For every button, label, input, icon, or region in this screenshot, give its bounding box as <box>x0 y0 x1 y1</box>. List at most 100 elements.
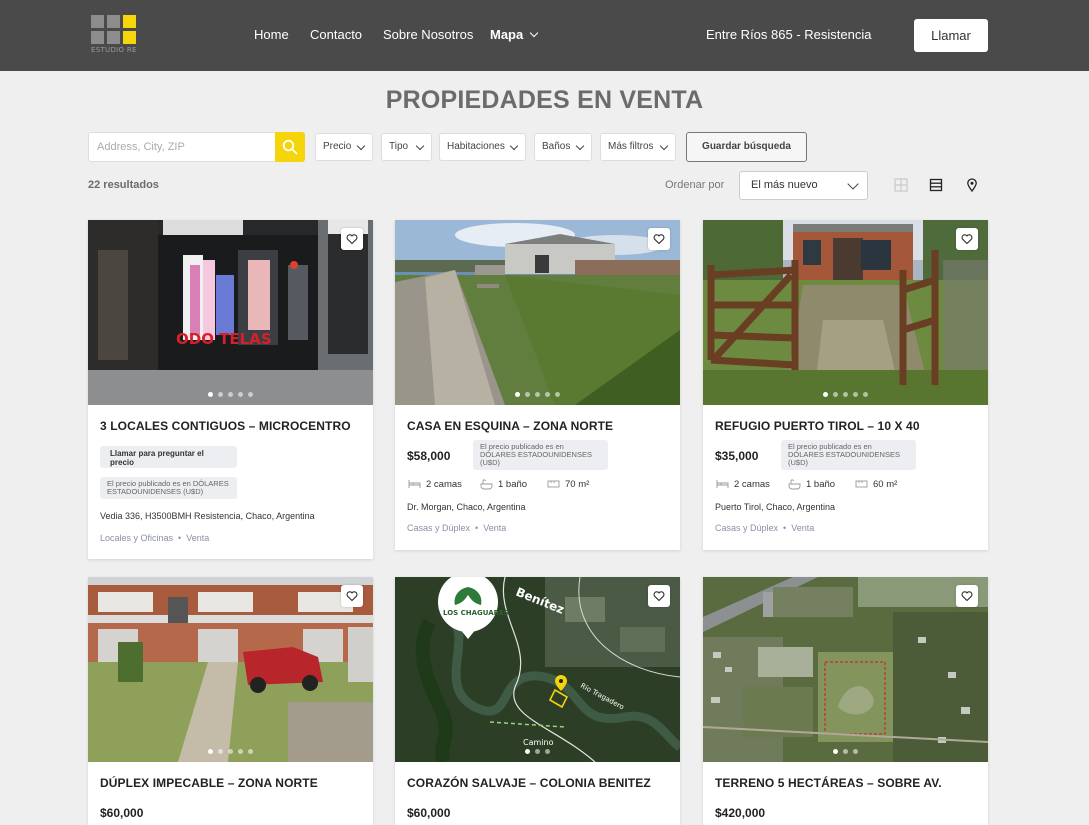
category-link[interactable]: Locales y Oficinas <box>100 533 173 543</box>
svg-text:LOS CHAGUARES: LOS CHAGUARES <box>443 609 509 617</box>
favorite-button[interactable] <box>648 585 670 607</box>
chevron-down-icon <box>356 141 366 151</box>
beds-label: 2 camas <box>426 479 462 490</box>
operation-link[interactable]: Venta <box>791 523 814 533</box>
sort-label: Ordenar por <box>665 179 725 191</box>
favorite-button[interactable] <box>956 585 978 607</box>
property-title[interactable]: DÚPLEX IMPECABLE – ZONA NORTE <box>100 776 318 790</box>
nav-sobre-nosotros[interactable]: Sobre Nosotros <box>383 27 473 42</box>
property-photo[interactable] <box>703 577 988 762</box>
property-photo[interactable] <box>703 220 988 405</box>
filter-label: Tipo <box>389 141 409 152</box>
property-card[interactable]: DÚPLEX IMPECABLE – ZONA NORTE $60,000 <box>88 577 373 825</box>
property-card[interactable]: ODO TELAS 3 LOCALES CONTIGUOS – MICROCEN… <box>88 220 373 559</box>
operation-link[interactable]: Venta <box>483 523 506 533</box>
filter-precio[interactable]: Precio <box>315 133 373 161</box>
beds-label: 2 camas <box>734 479 770 490</box>
map-view-button[interactable] <box>957 171 987 200</box>
list-view-button[interactable] <box>921 171 951 200</box>
chevron-down-icon <box>659 141 669 151</box>
filter-label: Precio <box>323 141 352 152</box>
property-price: $60,000 <box>407 806 451 820</box>
grid-view-button[interactable] <box>886 171 916 200</box>
heart-icon <box>653 591 665 602</box>
property-card[interactable]: REFUGIO PUERTO TIROL – 10 X 40 $35,000 E… <box>703 220 988 550</box>
sort-select[interactable]: El más nuevo <box>739 171 868 200</box>
property-card[interactable]: CASA EN ESQUINA – ZONA NORTE $58,000 El … <box>395 220 680 550</box>
area-label: 70 m² <box>565 479 590 490</box>
operation-link[interactable]: Venta <box>186 533 209 543</box>
svg-text:ODO TELAS: ODO TELAS <box>176 330 272 348</box>
carousel-dots[interactable] <box>703 749 988 754</box>
property-title[interactable]: CORAZÓN SALVAJE – COLONIA BENITEZ <box>407 776 651 790</box>
list-view-icon <box>929 178 943 192</box>
carousel-dots[interactable] <box>395 392 680 397</box>
property-title[interactable]: CASA EN ESQUINA – ZONA NORTE <box>407 419 613 433</box>
property-tags: Locales y Oficinas • Venta <box>100 533 210 543</box>
price-on-request: Llamar para preguntar el precio <box>100 446 237 468</box>
search-icon <box>282 139 298 155</box>
carousel-dots[interactable] <box>395 749 680 754</box>
grid-view-icon <box>894 178 908 192</box>
call-button[interactable]: Llamar <box>914 19 988 52</box>
baths-label: 1 baño <box>806 479 836 490</box>
usd-note: El precio publicado es en DÓLARES ESTADO… <box>473 440 608 470</box>
property-photo[interactable]: Benítez Resiste Río Tragadero Camino LOS… <box>395 577 680 762</box>
favorite-button[interactable] <box>956 228 978 250</box>
property-tags: Casas y Dúplex • Venta <box>407 523 507 533</box>
logo[interactable]: ESTUDIO RE <box>91 15 139 57</box>
bath-icon <box>480 479 493 490</box>
page-title: PROPIEDADES EN VENTA <box>385 86 704 114</box>
category-link[interactable]: Casas y Dúplex <box>715 523 778 533</box>
area-label: 60 m² <box>873 479 898 490</box>
header-address: Entre Ríos 865 - Resistencia <box>706 27 872 42</box>
property-photo[interactable]: ODO TELAS <box>88 220 373 405</box>
carousel-dots[interactable] <box>88 392 373 397</box>
beds: 2 camas <box>408 479 462 490</box>
chevron-down-icon <box>529 28 539 38</box>
usd-note: El precio publicado es en DÓLARES ESTADO… <box>100 477 237 499</box>
area: 70 m² <box>547 479 590 490</box>
property-card[interactable]: TERRENO 5 HECTÁREAS – SOBRE AV. $420,000 <box>703 577 988 825</box>
map-pin-icon <box>967 178 977 192</box>
property-title[interactable]: TERRENO 5 HECTÁREAS – SOBRE AV. <box>715 776 942 790</box>
favorite-button[interactable] <box>341 228 363 250</box>
save-search-button[interactable]: Guardar búsqueda <box>686 132 807 162</box>
favorite-button[interactable] <box>341 585 363 607</box>
search-input[interactable] <box>89 133 276 161</box>
property-photo[interactable] <box>395 220 680 405</box>
category-link[interactable]: Casas y Dúplex <box>407 523 470 533</box>
property-photo[interactable] <box>88 577 373 762</box>
carousel-dots[interactable] <box>88 749 373 754</box>
property-address: Vedia 336, H3500BMH Resistencia, Chaco, … <box>100 511 315 521</box>
heart-icon <box>653 234 665 245</box>
nav-mapa[interactable]: Mapa <box>490 27 539 42</box>
search-button[interactable] <box>275 132 305 162</box>
nav-mapa-label: Mapa <box>490 27 524 42</box>
area: 60 m² <box>855 479 898 490</box>
property-price: $58,000 <box>407 449 451 463</box>
property-title[interactable]: 3 LOCALES CONTIGUOS – MICROCENTRO <box>100 419 351 433</box>
property-card[interactable]: Benítez Resiste Río Tragadero Camino LOS… <box>395 577 680 825</box>
search-box <box>88 132 305 162</box>
chevron-down-icon <box>415 141 425 151</box>
filter-label: Habitaciones <box>447 141 505 152</box>
favorite-button[interactable] <box>648 228 670 250</box>
area-icon <box>855 480 868 488</box>
nav-contacto[interactable]: Contacto <box>310 27 362 42</box>
filter-habitaciones[interactable]: Habitaciones <box>439 133 526 161</box>
filter-label: Más filtros <box>608 141 654 152</box>
nav-home[interactable]: Home <box>254 27 289 42</box>
carousel-dots[interactable] <box>703 392 988 397</box>
filter-label: Baños <box>542 141 571 152</box>
baths: 1 baño <box>480 479 527 490</box>
property-title[interactable]: REFUGIO PUERTO TIROL – 10 X 40 <box>715 419 920 433</box>
filter-mas-filtros[interactable]: Más filtros <box>600 133 676 161</box>
svg-text:Camino: Camino <box>523 738 554 747</box>
filter-tipo[interactable]: Tipo <box>381 133 432 161</box>
filter-banos[interactable]: Baños <box>534 133 592 161</box>
chevron-down-icon <box>847 178 859 190</box>
property-tags: Casas y Dúplex • Venta <box>715 523 815 533</box>
heart-icon <box>346 234 358 245</box>
property-address: Puerto Tirol, Chaco, Argentina <box>715 502 836 512</box>
